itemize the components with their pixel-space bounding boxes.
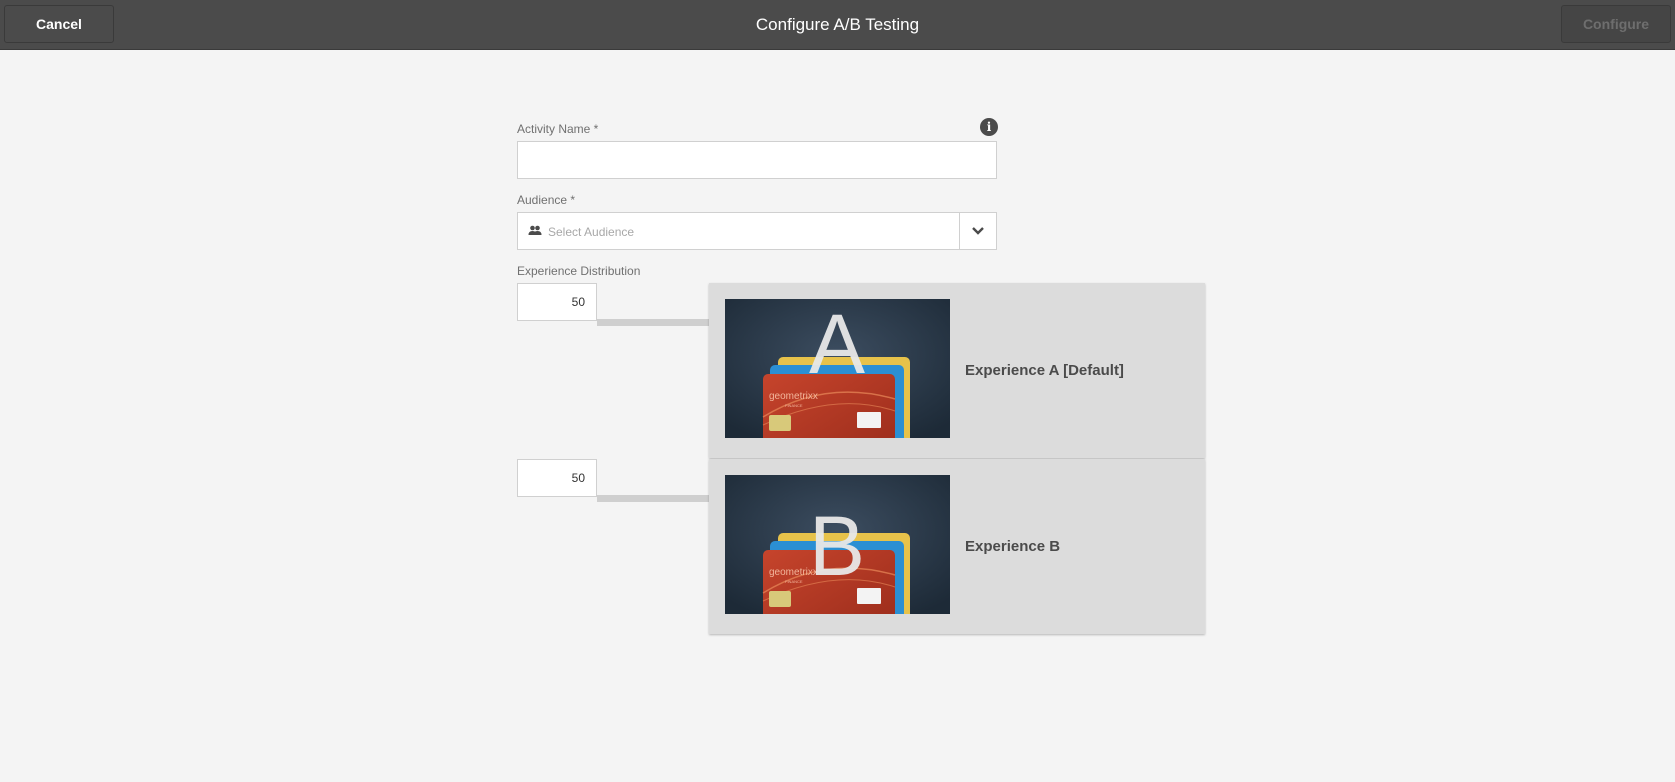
audience-dropdown-button[interactable] (959, 213, 996, 249)
info-icon[interactable]: i (980, 118, 998, 136)
experience-b-connector (597, 495, 709, 502)
experience-a-letter: A (809, 299, 865, 391)
card-sub-text: FINANCE (785, 579, 803, 584)
experience-b-thumbnail: geometrixx FINANCE B (725, 475, 950, 614)
audience-placeholder: Select Audience (548, 225, 635, 239)
experience-a-weight-input[interactable]: 50 (517, 283, 597, 321)
experience-a-connector (597, 319, 709, 326)
experience-a-thumbnail: geometrixx FINANCE A (725, 299, 950, 438)
experience-a-card[interactable]: geometrixx FINANCE A Experience A [Defau… (709, 283, 1205, 458)
activity-name-label: Activity Name * (517, 122, 599, 136)
experience-b-card[interactable]: geometrixx FINANCE B Experience B (709, 459, 1205, 634)
audience-label: Audience * (517, 193, 576, 207)
chevron-down-icon (972, 227, 984, 235)
experience-b-weight-input[interactable]: 50 (517, 459, 597, 497)
audience-select[interactable]: Select Audience (517, 212, 997, 250)
people-icon (528, 225, 542, 235)
page-title: Configure A/B Testing (755, 15, 920, 34)
top-bar: Cancel Configure A/B Testing Configure (0, 0, 1675, 50)
experience-b-letter: B (809, 499, 865, 593)
experience-b-label: Experience B (965, 538, 1061, 555)
activity-name-input[interactable] (517, 141, 997, 179)
configure-button[interactable]: Configure (1561, 5, 1671, 43)
experience-a-label: Experience A [Default] (965, 362, 1124, 379)
card-sub-text: FINANCE (785, 403, 803, 408)
card-brand-text: geometrixx (769, 391, 818, 402)
experience-distribution-label: Experience Distribution (517, 264, 641, 278)
